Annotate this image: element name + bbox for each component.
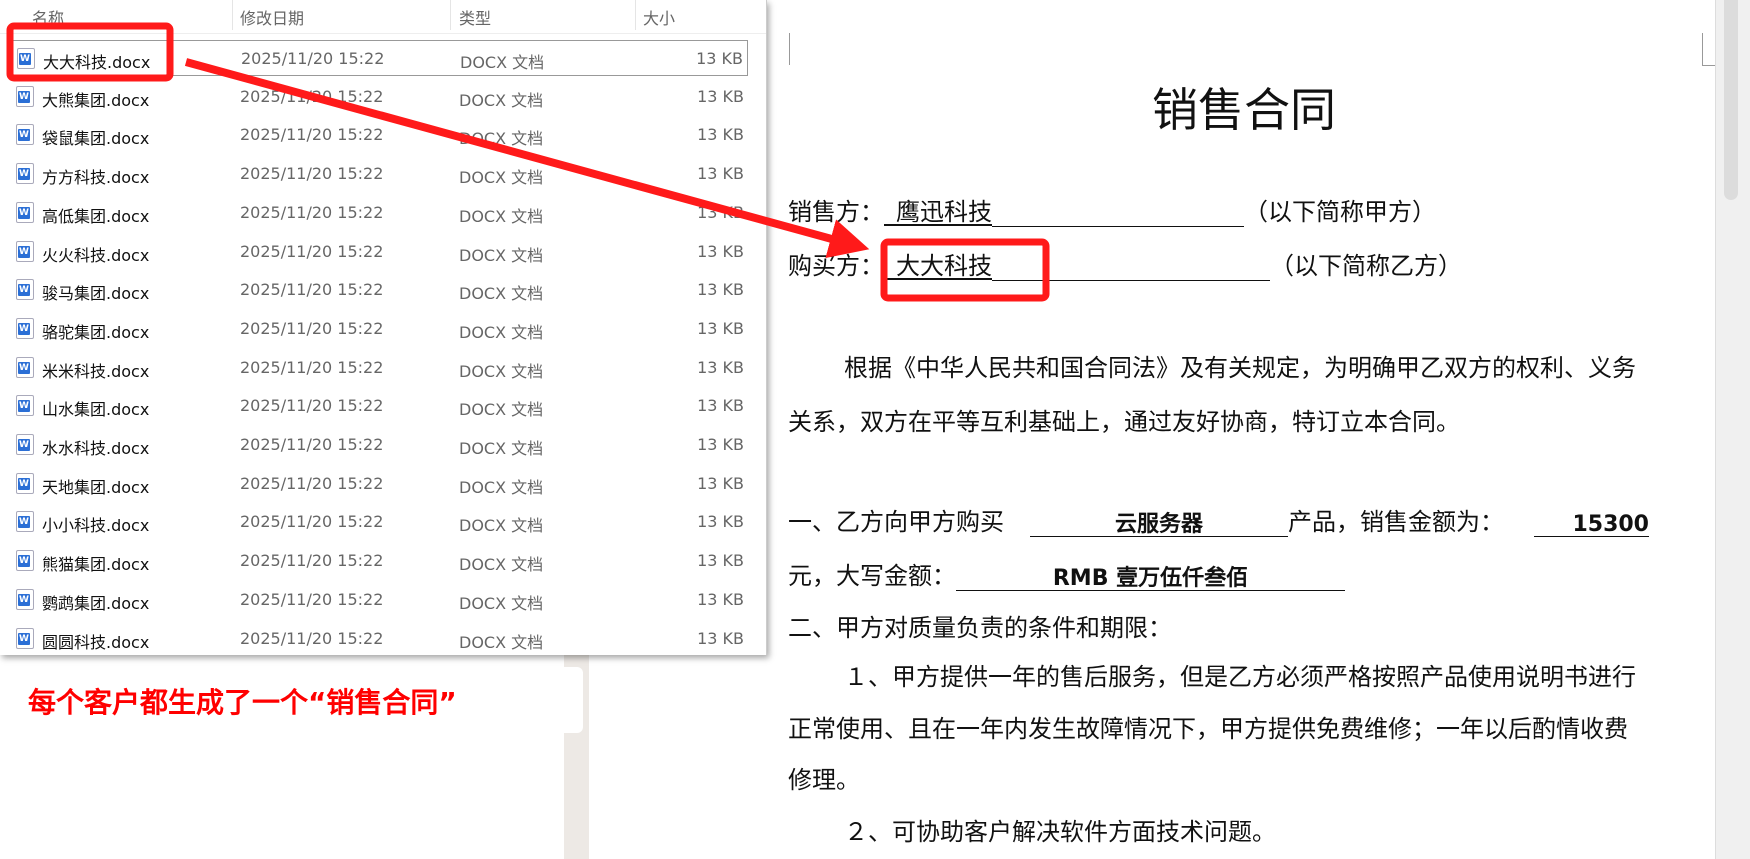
annotation-overlay — [6, 22, 1050, 302]
highlight-box-file — [6, 22, 174, 82]
annotation-arrow — [184, 58, 870, 259]
highlight-box-buyer — [880, 238, 1050, 302]
